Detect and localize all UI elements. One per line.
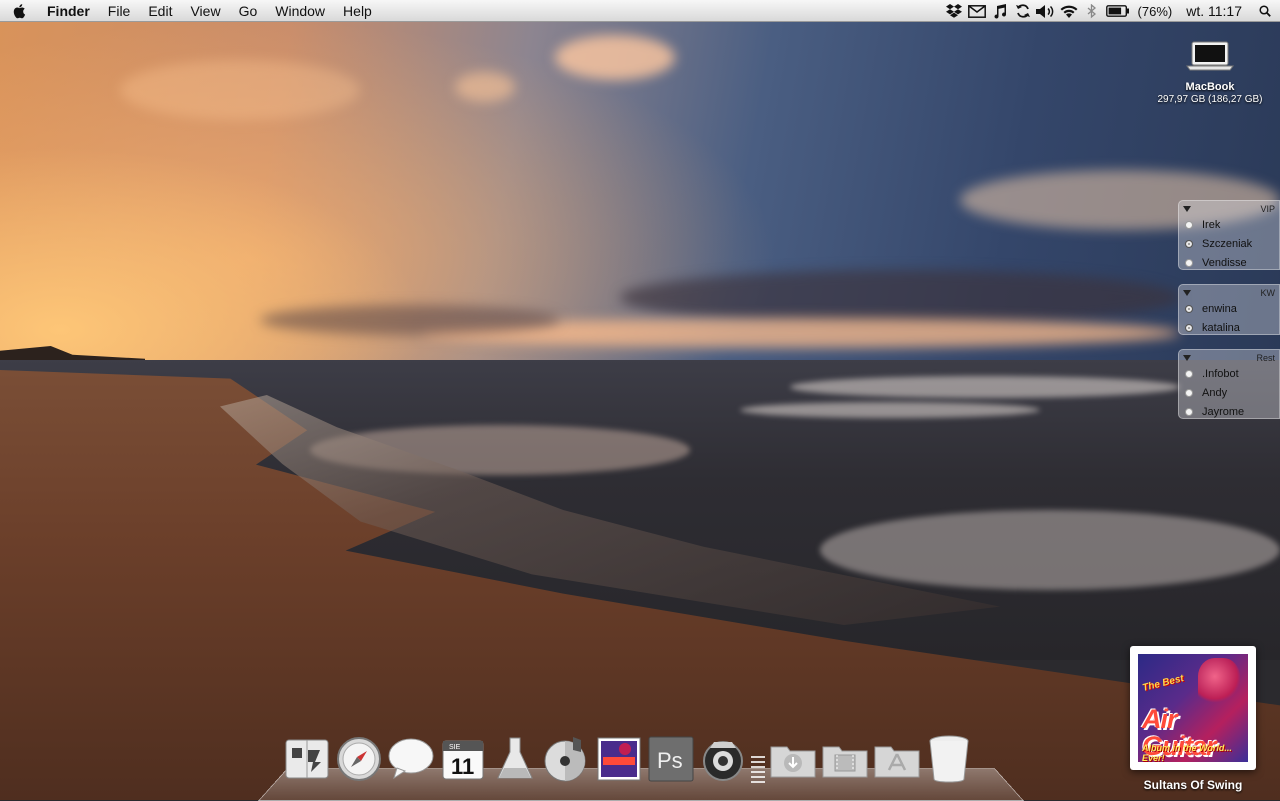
status-away-icon bbox=[1185, 239, 1193, 248]
buddy-row[interactable]: Szczeniak bbox=[1179, 234, 1279, 253]
messages-icon[interactable] bbox=[387, 735, 435, 783]
battery-icon[interactable] bbox=[1104, 0, 1132, 22]
menu-window[interactable]: Window bbox=[266, 0, 334, 22]
wallpaper-cloud bbox=[455, 72, 515, 102]
wallpaper-wave bbox=[790, 376, 1180, 398]
ical-day: 11 bbox=[451, 754, 474, 779]
status-available-icon bbox=[1185, 388, 1193, 397]
status-available-icon bbox=[1185, 369, 1193, 378]
drive-size: 297,97 GB (186,27 GB) bbox=[1157, 94, 1263, 105]
camera-icon[interactable] bbox=[699, 735, 747, 783]
buddy-group-kw: KW enwina katalina bbox=[1178, 284, 1280, 335]
buddy-row[interactable]: enwina bbox=[1179, 299, 1279, 318]
status-available-icon bbox=[1185, 258, 1193, 267]
desktop-wallpaper bbox=[0, 0, 1280, 800]
downloads-stack-icon[interactable] bbox=[769, 735, 817, 783]
album-cover-line1: The Best bbox=[1141, 673, 1185, 694]
buddy-name: enwina bbox=[1202, 302, 1237, 315]
status-available-icon bbox=[1185, 407, 1193, 416]
menu-bar: Finder File Edit View Go Window Help (76… bbox=[0, 0, 1280, 22]
safari-icon[interactable] bbox=[335, 735, 383, 783]
now-playing-album-art[interactable]: The Best Air Guitar Album in the World..… bbox=[1130, 646, 1256, 770]
menu-file[interactable]: File bbox=[99, 0, 140, 22]
album-guitarist-figure bbox=[1198, 658, 1240, 704]
menu-clock[interactable]: wt. 11:17 bbox=[1178, 3, 1250, 19]
applications-folder-icon[interactable] bbox=[873, 735, 921, 783]
wallpaper-cloud bbox=[620, 270, 1180, 325]
disclosure-triangle-icon[interactable] bbox=[1183, 355, 1191, 361]
wallpaper-cloud bbox=[555, 35, 675, 80]
wallpaper-cloud bbox=[260, 305, 560, 335]
buddy-name: Irek bbox=[1202, 218, 1221, 231]
sync-icon[interactable] bbox=[1012, 0, 1035, 22]
ical-icon[interactable]: SIE 11 bbox=[439, 735, 487, 783]
status-away-icon bbox=[1185, 304, 1193, 313]
buddy-group-title: Rest bbox=[1256, 353, 1275, 363]
buddy-row[interactable]: Irek bbox=[1179, 215, 1279, 234]
finder-icon[interactable] bbox=[283, 735, 331, 783]
buddy-group-title: KW bbox=[1260, 288, 1276, 298]
status-away-icon bbox=[1185, 323, 1193, 332]
buddy-row[interactable]: Jayrome bbox=[1179, 402, 1279, 421]
itunes-icon[interactable] bbox=[543, 735, 591, 783]
menu-help[interactable]: Help bbox=[334, 0, 381, 22]
buddy-name: katalina bbox=[1202, 321, 1240, 334]
desktop-drive-macbook[interactable]: MacBook 297,97 GB (186,27 GB) bbox=[1150, 40, 1270, 105]
buddy-group-title: VIP bbox=[1260, 204, 1275, 214]
buddy-row[interactable]: .Infobot bbox=[1179, 364, 1279, 383]
buddy-name: Andy bbox=[1202, 386, 1228, 399]
volume-icon[interactable] bbox=[1035, 0, 1058, 22]
menu-edit[interactable]: Edit bbox=[139, 0, 181, 22]
buddy-row[interactable]: Andy bbox=[1179, 383, 1279, 402]
buddy-row[interactable]: Vendisse bbox=[1179, 253, 1279, 272]
now-playing-track[interactable]: Sultans Of Swing bbox=[1120, 778, 1266, 792]
buddy-name: Vendisse bbox=[1202, 256, 1247, 269]
laptop-icon bbox=[1150, 40, 1270, 77]
menu-app-finder[interactable]: Finder bbox=[38, 0, 99, 22]
drive-name: MacBook bbox=[1185, 81, 1235, 93]
menu-view[interactable]: View bbox=[181, 0, 229, 22]
dropbox-icon[interactable] bbox=[943, 0, 966, 22]
music-note-icon[interactable] bbox=[989, 0, 1012, 22]
wallpaper-cloud bbox=[120, 60, 360, 120]
ical-month: SIE bbox=[449, 744, 461, 751]
status-available-icon bbox=[1185, 220, 1193, 229]
disclosure-triangle-icon[interactable] bbox=[1183, 206, 1191, 212]
wifi-icon[interactable] bbox=[1058, 0, 1081, 22]
menu-extras: (76%) wt. 11:17 bbox=[943, 0, 1280, 22]
menu-go[interactable]: Go bbox=[230, 0, 267, 22]
bluetooth-icon[interactable] bbox=[1081, 0, 1104, 22]
disclosure-triangle-icon[interactable] bbox=[1183, 290, 1191, 296]
buddy-group-rest: Rest .Infobot Andy Jayrome bbox=[1178, 349, 1280, 419]
album-cover: The Best Air Guitar Album in the World..… bbox=[1138, 654, 1248, 762]
movies-folder-icon[interactable] bbox=[821, 735, 869, 783]
dock: SIE 11 Ps bbox=[283, 733, 973, 783]
buddy-name: Szczeniak bbox=[1202, 237, 1253, 250]
wallpaper-wave bbox=[820, 510, 1280, 590]
battery-percent[interactable]: (76%) bbox=[1132, 4, 1179, 19]
spotlight-icon[interactable] bbox=[1250, 0, 1280, 22]
apple-logo-icon[interactable] bbox=[0, 3, 38, 19]
buddy-name: Jayrome bbox=[1202, 405, 1245, 418]
photoshop-icon[interactable]: Ps bbox=[647, 735, 695, 783]
photoshop-label: Ps bbox=[657, 748, 683, 773]
dock-separator bbox=[751, 743, 765, 783]
lab-flask-icon[interactable] bbox=[491, 735, 539, 783]
buddy-name: .Infobot bbox=[1202, 367, 1239, 380]
wallpaper-wave bbox=[740, 402, 1040, 418]
trash-icon[interactable] bbox=[925, 735, 973, 783]
buddy-row[interactable]: katalina bbox=[1179, 318, 1279, 337]
album-art-icon[interactable] bbox=[595, 735, 643, 783]
buddy-group-vip: VIP Irek Szczeniak Vendisse bbox=[1178, 200, 1280, 270]
mail-icon[interactable] bbox=[966, 0, 989, 22]
album-cover-line3: Album in the World... Ever! bbox=[1142, 743, 1232, 762]
